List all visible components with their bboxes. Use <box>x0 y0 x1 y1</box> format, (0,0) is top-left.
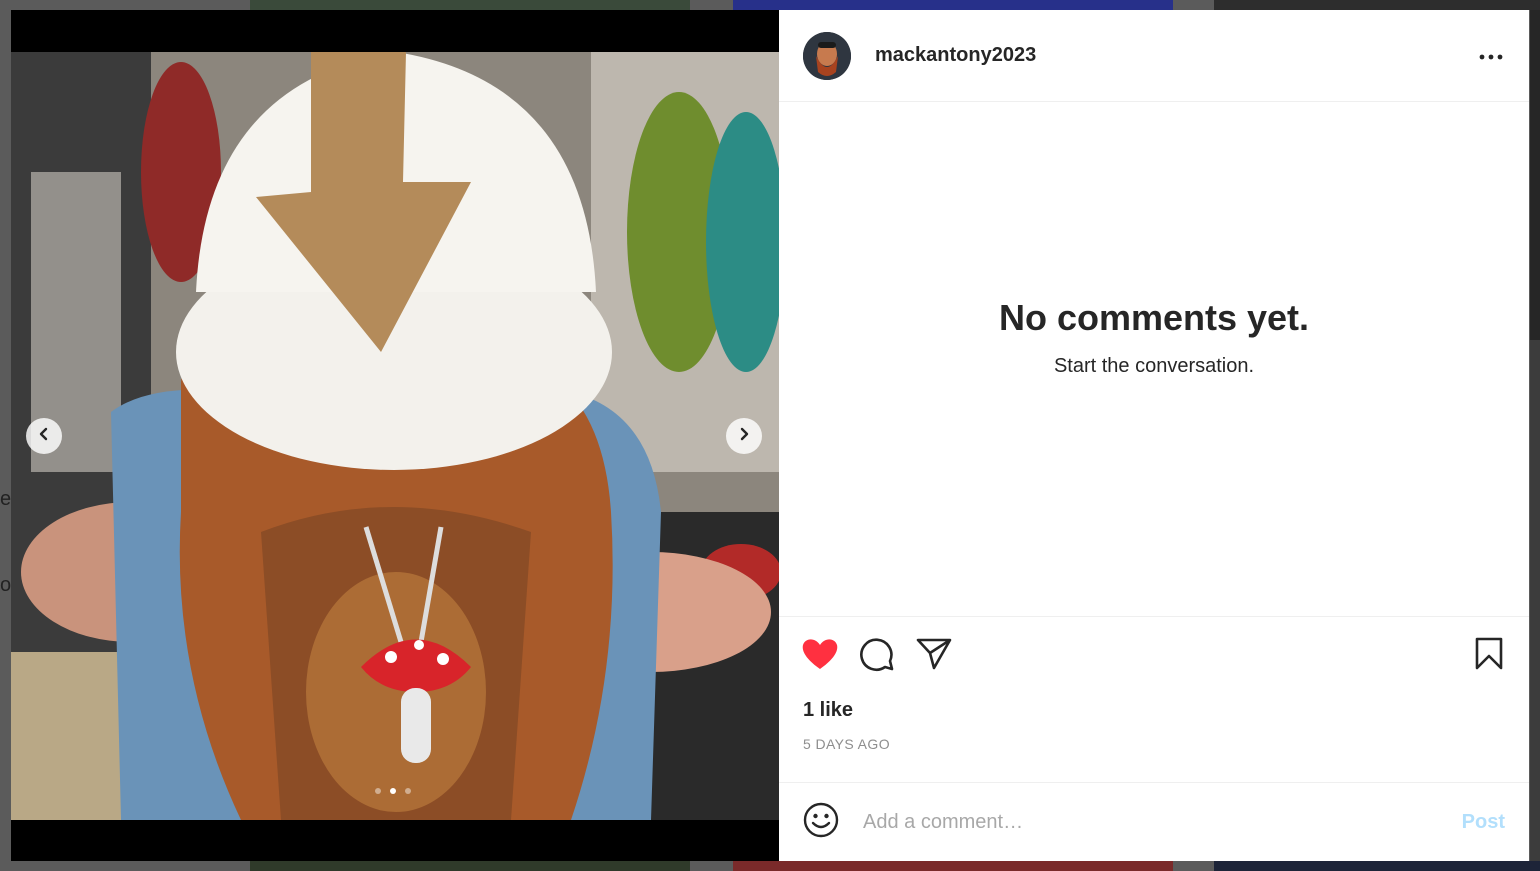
post-header: mackantony2023 <box>779 10 1529 102</box>
emoji-button[interactable] <box>803 802 839 843</box>
empty-comments-title: No comments yet. <box>998 296 1310 338</box>
more-horizontal-icon <box>1479 47 1503 65</box>
share-button[interactable] <box>914 636 954 676</box>
bookmark-icon <box>1474 637 1504 676</box>
background-thumbnail <box>1530 340 1540 871</box>
comment-input[interactable] <box>863 810 1462 834</box>
background-thumbnail <box>250 0 690 10</box>
comment-form: Post <box>779 782 1529 861</box>
post-photo <box>11 52 779 820</box>
carousel-dot <box>405 788 411 794</box>
background-thumbnail <box>733 861 1173 871</box>
chevron-left-icon <box>37 427 51 446</box>
post-modal: mackantony2023 No comments yet. Start th… <box>11 10 1529 861</box>
post-media <box>11 10 779 861</box>
comments-section: No comments yet. Start the conversation. <box>779 102 1529 616</box>
background-text-fragment: o <box>0 574 12 596</box>
background-thumbnail <box>1530 10 1540 340</box>
emoji-icon <box>803 802 839 843</box>
engagement-section: 1 like 5 DAYS AGO <box>779 616 1529 782</box>
like-count[interactable]: 1 like <box>803 699 1505 722</box>
background-thumbnail <box>250 861 690 871</box>
carousel-dot <box>375 788 381 794</box>
avatar[interactable] <box>803 31 851 80</box>
background-thumbnail <box>733 0 1173 10</box>
carousel-dot-active <box>390 788 396 794</box>
previous-image-button[interactable] <box>26 418 62 454</box>
background-thumbnail <box>1214 0 1540 10</box>
empty-comments-subtitle: Start the conversation. <box>1053 354 1255 377</box>
share-icon <box>916 637 952 676</box>
post-timestamp[interactable]: 5 DAYS AGO <box>803 736 1505 752</box>
username-link[interactable]: mackantony2023 <box>875 44 1036 67</box>
post-comment-button[interactable]: Post <box>1462 811 1505 834</box>
like-button[interactable] <box>800 636 840 676</box>
post-sidebar: mackantony2023 No comments yet. Start th… <box>779 10 1529 861</box>
more-options-button[interactable] <box>1477 42 1505 70</box>
comment-icon <box>859 636 895 677</box>
save-button[interactable] <box>1469 636 1509 676</box>
comment-button[interactable] <box>857 636 897 676</box>
next-image-button[interactable] <box>726 418 762 454</box>
action-bar <box>800 617 1505 695</box>
chevron-right-icon <box>737 427 751 446</box>
carousel-indicator <box>375 788 411 794</box>
background-thumbnail <box>1214 861 1540 871</box>
heart-icon <box>801 637 839 676</box>
